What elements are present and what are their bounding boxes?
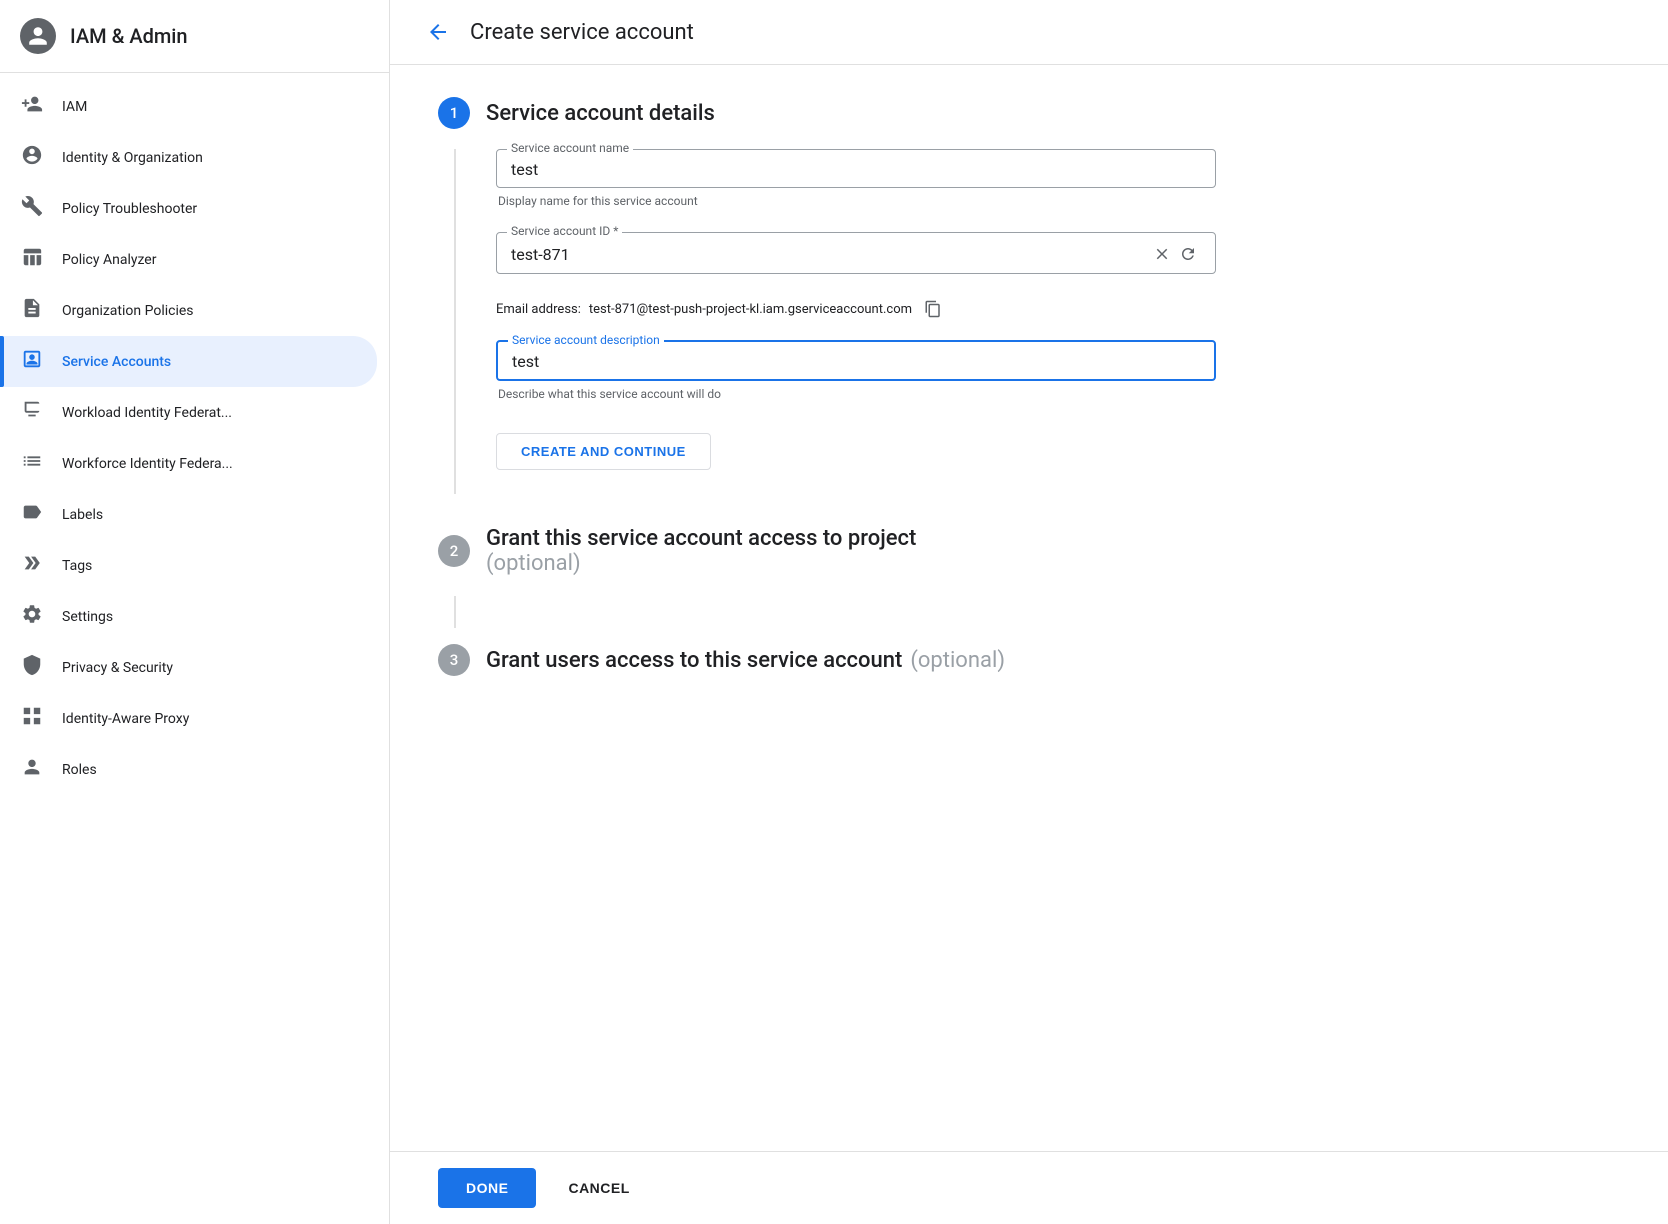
sidebar-item-privacy-security[interactable]: Privacy & Security [0,642,377,693]
step-2-connector [454,596,456,628]
step-2-title: Grant this service account access to pro… [486,526,916,551]
sidebar-item-roles-label: Roles [62,762,97,778]
step-2-title-group: Grant this service account access to pro… [486,526,916,576]
grid-icon [20,705,44,732]
bottom-actions: DONE CANCEL [390,1151,1668,1224]
step-1-number: 1 [438,97,470,129]
person-circle-icon [20,144,44,171]
sidebar-nav: IAM Identity & Organization Policy Troub… [0,73,389,803]
step-3-title-group: Grant users access to this service accou… [486,648,1005,673]
sidebar-item-identity-org-label: Identity & Organization [62,150,203,166]
sidebar-item-identity-org[interactable]: Identity & Organization [0,132,377,183]
service-account-id-input[interactable] [511,245,1149,264]
person-add-icon [20,93,44,120]
email-row: Email address: test-871@test-push-projec… [496,298,1620,320]
sidebar-item-settings[interactable]: Settings [0,591,377,642]
step-2-number: 2 [438,535,470,567]
sidebar-item-policy-analyzer-label: Policy Analyzer [62,252,156,268]
account-box-icon [20,348,44,375]
sidebar-item-iam-label: IAM [62,99,87,115]
wrench-icon [20,195,44,222]
back-button[interactable] [422,16,454,48]
cancel-button[interactable]: CANCEL [552,1168,645,1208]
step-3-header: 3 Grant users access to this service acc… [438,644,1620,676]
list-icon [20,450,44,477]
desc-field-container: Service account description [496,340,1216,381]
step-3-title: Grant users access to this service accou… [486,648,902,673]
page-title: Create service account [470,20,694,45]
step-3: 3 Grant users access to this service acc… [438,644,1620,696]
sidebar-item-labels-label: Labels [62,507,103,523]
sidebar: IAM & Admin IAM Identity & Organization [0,0,390,1224]
app-title: IAM & Admin [70,24,188,48]
sidebar-item-iam[interactable]: IAM [0,81,377,132]
sidebar-item-policy-analyzer[interactable]: Policy Analyzer [0,234,377,285]
service-account-id-field: Service account ID * [496,232,1620,274]
sidebar-item-settings-label: Settings [62,609,113,625]
sidebar-header: IAM & Admin [0,0,389,73]
step-2-header: 2 Grant this service account access to p… [438,526,1620,576]
email-prefix: Email address: [496,302,581,317]
step-3-subtitle: (optional) [910,648,1005,673]
tag-icon [20,501,44,528]
step-1-content: Service account name Display name for th… [454,149,1620,494]
clear-id-button[interactable] [1149,243,1175,265]
table-icon [20,246,44,273]
service-account-name-field: Service account name Display name for th… [496,149,1620,208]
name-field-label: Service account name [507,141,633,155]
app-icon [20,18,56,54]
sidebar-item-tags-label: Tags [62,558,92,574]
desc-field-hint: Describe what this service account will … [496,387,1620,401]
service-account-desc-field: Service account description Describe wha… [496,340,1620,401]
email-value: test-871@test-push-project-kl.iam.gservi… [589,302,912,317]
sidebar-item-identity-aware-proxy-label: Identity-Aware Proxy [62,711,189,727]
monitor-icon [20,399,44,426]
step-1: 1 Service account details Service accoun… [438,97,1620,494]
refresh-id-button[interactable] [1175,243,1201,265]
sidebar-item-workforce-identity-label: Workforce Identity Federa... [62,456,233,472]
sidebar-item-org-policies-label: Organization Policies [62,303,194,319]
sidebar-item-policy-troubleshooter-label: Policy Troubleshooter [62,201,197,217]
gear-icon [20,603,44,630]
page-content: 1 Service account details Service accoun… [390,65,1668,1135]
step-2-subtitle: (optional) [486,551,916,576]
sidebar-item-workforce-identity[interactable]: Workforce Identity Federa... [0,438,377,489]
create-and-continue-button[interactable]: CREATE AND CONTINUE [496,433,711,470]
service-account-desc-input[interactable] [512,352,1200,371]
name-field-container: Service account name [496,149,1216,188]
id-field-label: Service account ID * [507,224,622,238]
doc-icon [20,297,44,324]
name-field-hint: Display name for this service account [496,194,1620,208]
page-header: Create service account [390,0,1668,65]
sidebar-item-labels[interactable]: Labels [0,489,377,540]
copy-email-button[interactable] [920,298,946,320]
step-1-title: Service account details [486,101,715,126]
sidebar-item-service-accounts[interactable]: Service Accounts [0,336,377,387]
sidebar-item-service-accounts-label: Service Accounts [62,354,171,370]
sidebar-item-privacy-security-label: Privacy & Security [62,660,173,676]
sidebar-item-policy-troubleshooter[interactable]: Policy Troubleshooter [0,183,377,234]
sidebar-item-workload-identity-label: Workload Identity Federat... [62,405,232,421]
id-input-row [511,243,1201,265]
main-panel: Create service account 1 Service account… [390,0,1668,1224]
desc-field-label: Service account description [508,333,664,347]
id-field-container: Service account ID * [496,232,1216,274]
sidebar-item-org-policies[interactable]: Organization Policies [0,285,377,336]
sidebar-item-identity-aware-proxy[interactable]: Identity-Aware Proxy [0,693,377,744]
shield-icon [20,654,44,681]
step-2: 2 Grant this service account access to p… [438,526,1620,628]
step-3-number: 3 [438,644,470,676]
sidebar-item-workload-identity[interactable]: Workload Identity Federat... [0,387,377,438]
sidebar-item-tags[interactable]: Tags [0,540,377,591]
active-indicator [0,336,4,387]
step-1-header: 1 Service account details [438,97,1620,129]
sidebar-item-roles[interactable]: Roles [0,744,377,795]
done-button[interactable]: DONE [438,1168,536,1208]
person-hat-icon [20,756,44,783]
chevrons-icon [20,552,44,579]
service-account-name-input[interactable] [511,160,1201,179]
